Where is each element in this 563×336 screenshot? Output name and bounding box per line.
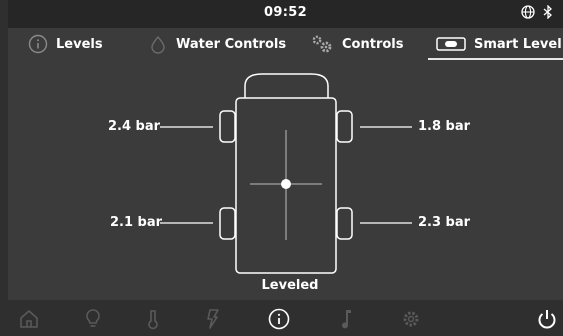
nav-music-button[interactable] [332, 306, 358, 332]
level-indicator-dot [281, 179, 291, 189]
thermometer-icon [142, 308, 164, 330]
wheel-rear-left [219, 207, 236, 240]
nav-settings-button[interactable] [398, 306, 424, 332]
pressure-rear-left: 2.1 bar [110, 215, 163, 230]
music-note-icon [334, 308, 356, 330]
wheel-rear-right [336, 207, 353, 240]
nav-temperature-button[interactable] [140, 306, 166, 332]
bottom-nav [8, 300, 563, 336]
info-icon [268, 308, 290, 330]
power-button[interactable] [534, 306, 560, 332]
wheel-front-right [336, 110, 353, 143]
nav-home-button[interactable] [16, 306, 42, 332]
nav-info-button[interactable] [266, 306, 292, 332]
power-icon [536, 308, 558, 330]
pressure-front-right: 1.8 bar [418, 119, 471, 134]
vehicle-diagram [160, 73, 412, 274]
nav-power-system-button[interactable] [200, 306, 226, 332]
level-status-label: Leveled [261, 278, 319, 293]
lightning-icon [202, 308, 224, 330]
wheel-front-left [219, 110, 236, 143]
light-bulb-icon [82, 308, 104, 330]
pressure-front-left: 2.4 bar [108, 119, 161, 134]
home-icon [18, 308, 40, 330]
pressure-rear-right: 2.3 bar [418, 215, 471, 230]
nav-lights-button[interactable] [80, 306, 106, 332]
settings-icon [400, 308, 422, 330]
app-screen: 09:52 Levels Water Controls Controls Sma… [0, 0, 563, 336]
